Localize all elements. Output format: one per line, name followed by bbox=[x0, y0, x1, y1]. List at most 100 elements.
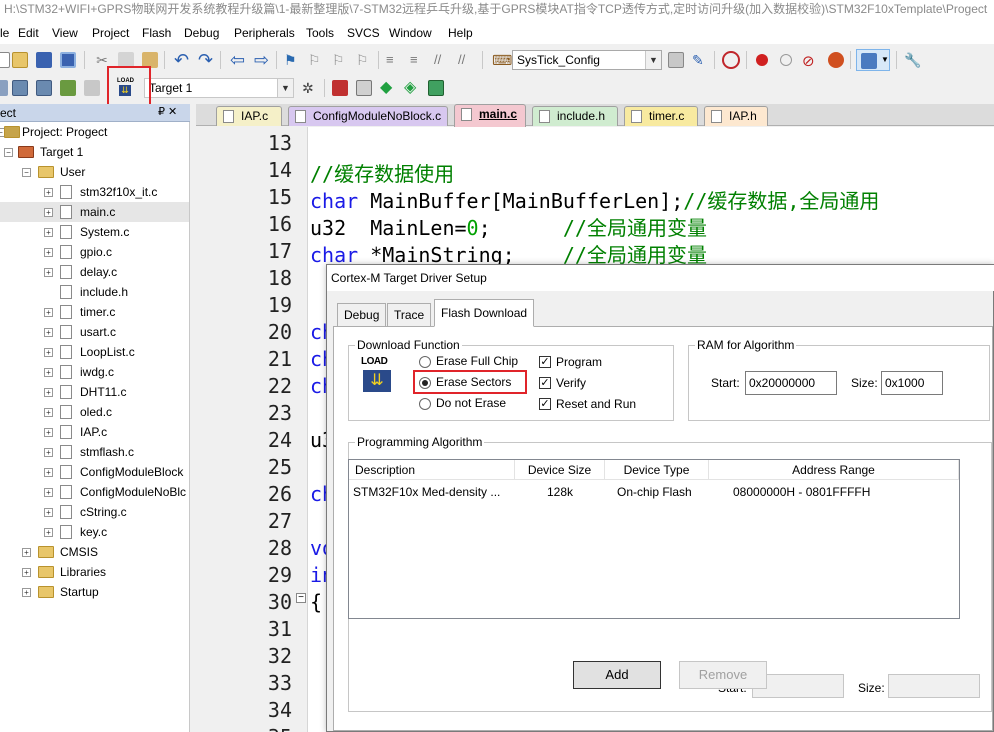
tree-group-user[interactable]: − User bbox=[0, 162, 189, 182]
comment-icon[interactable]: // bbox=[434, 52, 450, 68]
expand-icon[interactable]: + bbox=[44, 488, 53, 497]
navigate-back-icon[interactable]: ⇦ bbox=[230, 50, 246, 70]
fold-toggle-icon[interactable]: − bbox=[296, 593, 306, 603]
expand-icon[interactable]: + bbox=[44, 468, 53, 477]
tree-file[interactable]: + LoopList.c bbox=[0, 342, 189, 362]
tree-file[interactable]: + oled.c bbox=[0, 402, 189, 422]
tree-file[interactable]: + System.c bbox=[0, 222, 189, 242]
expand-icon[interactable]: + bbox=[44, 508, 53, 517]
breakpoint-icon[interactable] bbox=[756, 54, 768, 66]
menu-svcs[interactable]: SVCS bbox=[347, 26, 380, 40]
tree-file[interactable]: + stm32f10x_it.c bbox=[0, 182, 189, 202]
tree-group-libraries[interactable]: + Libraries bbox=[0, 562, 189, 582]
expand-icon[interactable]: + bbox=[44, 408, 53, 417]
tree-file[interactable]: + delay.c bbox=[0, 262, 189, 282]
tree-file[interactable]: + stmflash.c bbox=[0, 442, 189, 462]
panel-pin-close[interactable]: ₽ ✕ bbox=[158, 105, 177, 118]
checkbox-reset-and-run[interactable]: ✓ bbox=[539, 398, 551, 410]
menu-flash[interactable]: Flash bbox=[142, 26, 171, 40]
add-button[interactable]: Add bbox=[573, 661, 661, 689]
expand-icon[interactable]: + bbox=[22, 568, 31, 577]
checkbox-program[interactable]: ✓ bbox=[539, 356, 551, 368]
tree-file[interactable]: + usart.c bbox=[0, 322, 189, 342]
manage-project-items-icon[interactable] bbox=[332, 80, 348, 96]
column-header-description[interactable]: Description bbox=[349, 460, 515, 480]
menu-help[interactable]: Help bbox=[448, 26, 473, 40]
tab-timer-c[interactable]: timer.c bbox=[624, 106, 698, 126]
tree-file[interactable]: + ConfigModuleBlock bbox=[0, 462, 189, 482]
expand-icon[interactable]: + bbox=[44, 328, 53, 337]
configure-tools-icon[interactable]: 🔧 bbox=[904, 52, 921, 68]
expand-icon[interactable]: + bbox=[44, 448, 53, 457]
tab-configmodulenoblock-c[interactable]: ConfigModuleNoBlock.c bbox=[288, 106, 448, 126]
tree-target[interactable]: − Target 1 bbox=[0, 142, 189, 162]
expand-icon[interactable]: + bbox=[44, 308, 53, 317]
expand-icon[interactable]: + bbox=[22, 588, 31, 597]
translate-icon[interactable] bbox=[0, 80, 8, 96]
table-row[interactable]: STM32F10x Med-density ... 128k On-chip F… bbox=[349, 482, 959, 502]
find-icon[interactable] bbox=[668, 52, 684, 68]
menu-edit[interactable]: Edit bbox=[18, 26, 39, 40]
clear-bookmarks-icon[interactable]: ⚐ bbox=[356, 52, 372, 68]
expand-icon[interactable]: + bbox=[44, 348, 53, 357]
tree-file[interactable]: + cString.c bbox=[0, 502, 189, 522]
tree-file[interactable]: + gpio.c bbox=[0, 242, 189, 262]
tree-project-root[interactable]: − Project: Progect bbox=[0, 122, 189, 142]
expand-icon[interactable]: + bbox=[44, 208, 53, 217]
chevron-down-icon[interactable]: ▼ bbox=[645, 51, 661, 69]
bookmark-icon[interactable]: ⚑ bbox=[284, 52, 300, 68]
save-all-icon[interactable] bbox=[60, 52, 76, 68]
tree-group-startup[interactable]: + Startup bbox=[0, 582, 189, 602]
new-file-icon[interactable] bbox=[0, 52, 10, 68]
incremental-find-icon[interactable]: ✎ bbox=[692, 52, 708, 68]
expand-icon[interactable]: + bbox=[22, 548, 31, 557]
menu-file[interactable]: le bbox=[0, 26, 9, 40]
tree-file[interactable]: + DHT11.c bbox=[0, 382, 189, 402]
navigate-forward-icon[interactable]: ⇨ bbox=[254, 50, 270, 70]
expand-icon[interactable]: + bbox=[44, 528, 53, 537]
radio-do-not-erase[interactable] bbox=[419, 398, 431, 410]
column-header-device-size[interactable]: Device Size bbox=[515, 460, 605, 480]
radio-erase-full-chip[interactable] bbox=[419, 356, 431, 368]
tab-debug[interactable]: Debug bbox=[337, 303, 387, 327]
tree-file[interactable]: include.h bbox=[0, 282, 189, 302]
ram-start-input[interactable]: 0x20000000 bbox=[745, 371, 837, 395]
expand-icon[interactable]: + bbox=[44, 228, 53, 237]
function-combo[interactable]: SysTick_Config ▼ bbox=[512, 50, 662, 70]
find-in-files-icon[interactable]: ⌨ bbox=[492, 52, 512, 68]
next-bookmark-icon[interactable]: ⚐ bbox=[332, 52, 348, 68]
manage-runtime-icon[interactable]: ◆ bbox=[380, 80, 396, 96]
tree-group-cmsis[interactable]: + CMSIS bbox=[0, 542, 189, 562]
open-folder-icon[interactable] bbox=[12, 52, 28, 68]
expand-icon[interactable]: + bbox=[44, 368, 53, 377]
build-icon[interactable] bbox=[12, 80, 28, 96]
uncomment-icon[interactable]: // bbox=[458, 52, 474, 68]
tree-file-selected[interactable]: + main.c bbox=[0, 202, 189, 222]
tree-file[interactable]: + IAP.c bbox=[0, 422, 189, 442]
save-icon[interactable] bbox=[36, 52, 52, 68]
tab-trace[interactable]: Trace bbox=[387, 303, 432, 327]
collapse-icon[interactable]: − bbox=[4, 148, 13, 157]
tab-iap-h[interactable]: IAP.h bbox=[704, 106, 768, 126]
column-header-device-type[interactable]: Device Type bbox=[605, 460, 709, 480]
tree-file[interactable]: + iwdg.c bbox=[0, 362, 189, 382]
tab-iap-c[interactable]: IAP.c bbox=[216, 106, 282, 126]
menu-window[interactable]: Window bbox=[389, 26, 432, 40]
disable-all-breakpoints-icon[interactable]: ⊘ bbox=[802, 52, 818, 70]
select-packs-icon[interactable] bbox=[356, 80, 372, 96]
menu-tools[interactable]: Tools bbox=[306, 26, 334, 40]
kill-all-breakpoints-icon[interactable] bbox=[828, 52, 844, 68]
ram-size-input[interactable]: 0x1000 bbox=[881, 371, 943, 395]
prev-bookmark-icon[interactable]: ⚐ bbox=[308, 52, 324, 68]
expand-icon[interactable]: + bbox=[44, 388, 53, 397]
window-layout-button[interactable]: ▼ bbox=[856, 49, 890, 71]
tab-include-h[interactable]: include.h bbox=[532, 106, 618, 126]
tree-file[interactable]: + timer.c bbox=[0, 302, 189, 322]
menu-debug[interactable]: Debug bbox=[184, 26, 219, 40]
redo-icon[interactable]: ↷ bbox=[198, 50, 214, 70]
collapse-icon[interactable]: − bbox=[22, 168, 31, 177]
indent-icon[interactable]: ≡ bbox=[386, 52, 402, 68]
menu-peripherals[interactable]: Peripherals bbox=[234, 26, 295, 40]
expand-icon[interactable]: + bbox=[44, 428, 53, 437]
unindent-icon[interactable]: ≡ bbox=[410, 52, 426, 68]
